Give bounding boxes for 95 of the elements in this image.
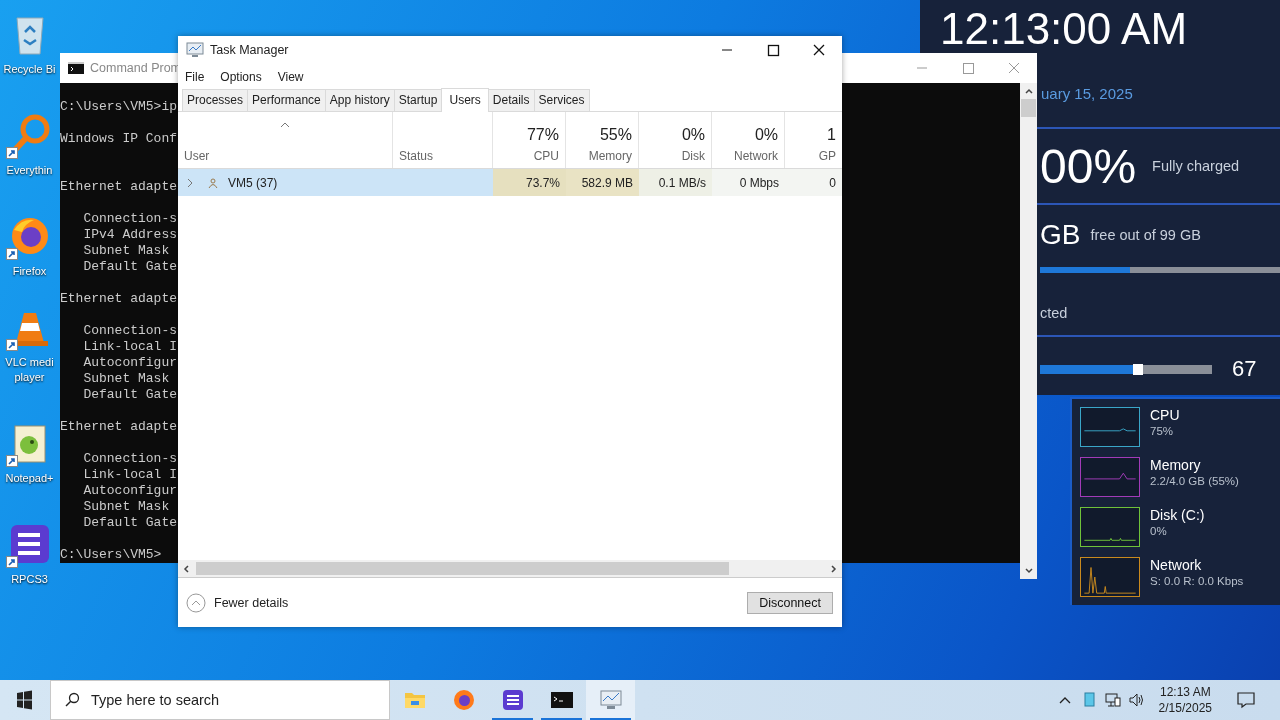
menu-item[interactable]: Options	[220, 69, 262, 84]
search-icon	[64, 692, 80, 708]
storage-caption: free out of 99 GB	[1090, 227, 1201, 243]
column-total: 0%	[681, 126, 705, 144]
clock-text: 12:13:00 AM	[939, 3, 1189, 55]
console-line: Connection-s	[82, 323, 178, 339]
console-line: Connection-s	[82, 451, 178, 467]
menu-item[interactable]: View	[277, 69, 304, 84]
window-title: Task Manager	[210, 43, 289, 57]
column-header[interactable]: 77% CPU	[493, 112, 566, 168]
console-line: Connection-s	[82, 211, 178, 227]
app-logo-icon	[500, 688, 525, 712]
monitor-name: Memory	[1150, 457, 1202, 474]
table-cell: 582.9 MB	[566, 169, 639, 196]
column-label: Memory	[588, 149, 632, 164]
console-line: Subnet Mask	[82, 243, 170, 259]
console-line: Link-local I	[82, 339, 178, 355]
monitor-reading: 0%	[1150, 524, 1168, 539]
battery-percent: 00%	[1040, 138, 1137, 194]
table-cell: 73.7%	[493, 169, 566, 196]
console-line: Default Gate	[82, 515, 178, 531]
column-header[interactable]: 0% Network	[712, 112, 785, 168]
vertical-scrollbar[interactable]	[1020, 83, 1037, 579]
console-line: Default Gate	[82, 259, 178, 275]
volume-reading: 67	[1232, 356, 1257, 382]
taskbar-clock[interactable]: 12:13 AM 2/15/2025	[1148, 680, 1222, 720]
user-row[interactable]: VM5 (37) 73.7% 582.9 MB 0.1 MB/s 0 Mbps 0	[178, 169, 842, 196]
monitor-name: CPU	[1150, 407, 1180, 424]
column-label: User	[184, 149, 211, 164]
monitor-reading: 2.2/4.0 GB (55%)	[1150, 474, 1239, 489]
table-cell: 0.1 MB/s	[639, 169, 712, 196]
column-header[interactable]: 55% Memory	[566, 112, 639, 168]
scrollbar-thumb[interactable]	[196, 562, 729, 575]
console-line: Subnet Mask	[82, 499, 170, 515]
scrollbar-thumb[interactable]	[1021, 99, 1036, 117]
console-line: Default Gate	[82, 387, 178, 403]
monitor-icon	[186, 42, 204, 58]
table-cell: 0 Mbps	[712, 169, 785, 196]
console-line: Subnet Mask	[82, 371, 170, 387]
console-line: Link-local I	[82, 467, 178, 483]
column-total: 0%	[754, 126, 778, 144]
console-line: Ethernet adapte	[60, 179, 178, 195]
time-text: 12:13 AM	[1159, 684, 1211, 700]
volume-slider[interactable]	[1040, 364, 1212, 374]
monitor-name: Network	[1150, 557, 1203, 574]
network-status: cted	[1039, 305, 1069, 321]
horizontal-scrollbar[interactable]	[178, 560, 842, 578]
column-label: Status	[399, 149, 435, 164]
user-icon	[208, 177, 218, 188]
column-header[interactable]: Status	[393, 112, 493, 168]
column-total: 77%	[526, 126, 559, 144]
column-label: GP	[818, 149, 836, 164]
date-text: uary 15, 2025	[1041, 85, 1133, 103]
column-label: Disk	[681, 149, 705, 164]
column-total: 1	[827, 126, 836, 144]
console-icon	[68, 62, 84, 74]
network-icon[interactable]	[1102, 690, 1123, 710]
monitor-icon	[598, 688, 623, 712]
table-cell: 0	[785, 169, 842, 196]
monitor-reading: S: 0.0 R: 0.0 Kbps	[1150, 574, 1244, 589]
monitor-name: Disk (C:)	[1150, 507, 1205, 524]
console-line: Autoconfigur	[82, 355, 178, 371]
search-field[interactable]: Type here to search	[50, 680, 390, 720]
notification-icon[interactable]	[1236, 690, 1256, 710]
console-line: Ethernet adapte	[60, 291, 178, 307]
tab[interactable]: Users	[441, 88, 489, 112]
collapse-icon[interactable]	[186, 592, 206, 613]
column-header[interactable]: 1 GP	[785, 112, 842, 168]
date-text: 2/15/2025	[1158, 700, 1212, 716]
console-line: Autoconfigur	[82, 483, 178, 499]
tab[interactable]: Performance	[247, 89, 326, 111]
tab[interactable]: Details	[487, 89, 535, 111]
battery-status: Fully charged	[1152, 158, 1240, 174]
user-name: VM5 (37)	[228, 175, 278, 190]
monitor-reading: 75%	[1150, 424, 1175, 439]
column-label: Network	[734, 149, 778, 164]
console-line: Windows IP Conf	[60, 131, 178, 147]
column-total: 55%	[599, 126, 632, 144]
column-header[interactable]: User	[178, 112, 393, 168]
storage-value: GB	[1040, 219, 1081, 251]
expand-chevron-icon[interactable]	[186, 177, 194, 188]
console-line: C:\Users\VM5>	[60, 547, 162, 563]
column-header[interactable]: 0% Disk	[639, 112, 712, 168]
column-label: CPU	[533, 149, 559, 164]
console-line: Ethernet adapte	[60, 419, 178, 435]
console-line: C:\Users\VM5>ip	[60, 99, 178, 115]
fewer-details-link[interactable]: Fewer details	[214, 595, 289, 610]
menu-item[interactable]: File	[185, 69, 205, 84]
tab[interactable]: App history	[324, 89, 395, 111]
browser-icon	[451, 688, 476, 712]
tab[interactable]: Services	[533, 89, 590, 111]
disconnect-button[interactable]: Disconnect	[747, 591, 833, 614]
tab[interactable]: Processes	[182, 89, 249, 111]
console-line: IPv4 Address	[82, 227, 178, 243]
tab[interactable]: Startup	[393, 89, 443, 111]
